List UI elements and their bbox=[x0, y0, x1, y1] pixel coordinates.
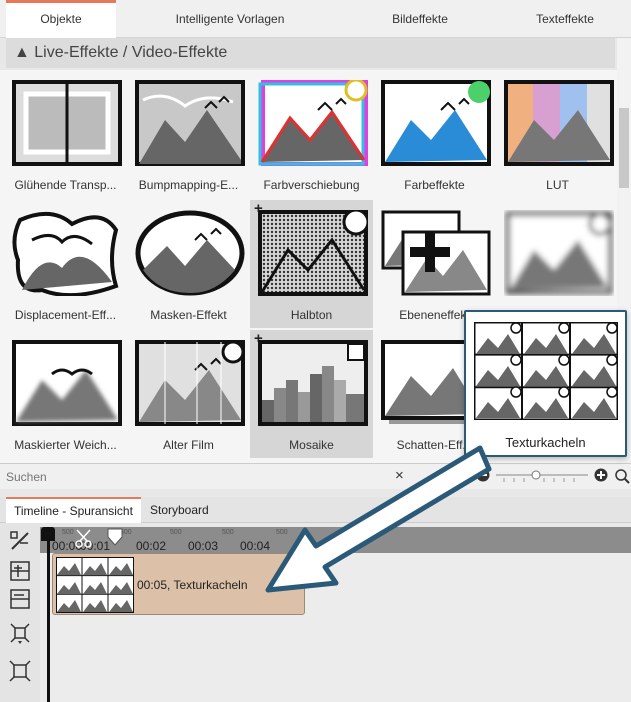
gluehende-transparenz-icon bbox=[12, 80, 122, 166]
ruler-label: 00:04 bbox=[240, 539, 271, 553]
fit-to-window-icon[interactable] bbox=[8, 659, 32, 683]
clip-label: 00:05, Texturkacheln bbox=[137, 578, 248, 592]
ruler-label: 00:03 bbox=[188, 539, 219, 553]
effect-label: Glühende Transp... bbox=[14, 178, 117, 192]
zoom-in-icon[interactable] bbox=[594, 468, 608, 482]
halbton-icon bbox=[258, 210, 368, 296]
effect-tile-farbeffekte[interactable]: Farbeffekte bbox=[373, 70, 496, 198]
marker-icon[interactable] bbox=[106, 527, 124, 547]
effect-label: Masken-Effekt bbox=[150, 308, 227, 322]
effect-label: Displacement-Eff... bbox=[14, 308, 117, 322]
effect-label: Farbeffekte bbox=[404, 178, 465, 192]
farbeffekte-icon bbox=[381, 80, 491, 166]
effect-tile-weichzeichner[interactable] bbox=[496, 200, 619, 328]
texturkacheln-clip-thumbnail bbox=[56, 557, 134, 613]
magnet-icon[interactable] bbox=[8, 529, 32, 553]
expand-icon[interactable] bbox=[8, 621, 32, 645]
tab-intelligente-vorlagen[interactable]: Intelligente Vorlagen bbox=[150, 0, 310, 38]
ruler-sublabel: 500 bbox=[62, 529, 74, 536]
tab-storyboard[interactable]: Storyboard bbox=[142, 497, 217, 523]
effect-tile-displacement[interactable]: Displacement-Eff... bbox=[4, 200, 127, 328]
timeline-ruler[interactable]: 00:00 00:01 00:02 00:03 00:04 500 500 50… bbox=[40, 527, 631, 553]
ruler-sublabel: 500 bbox=[276, 529, 288, 536]
zoom-out-icon[interactable] bbox=[476, 468, 490, 482]
clear-search-icon[interactable]: × bbox=[395, 467, 404, 484]
effect-tile-lut[interactable]: LUT bbox=[496, 70, 619, 198]
displacement-icon bbox=[12, 212, 119, 296]
scroll-thumb[interactable] bbox=[619, 108, 629, 188]
tab-objekte[interactable]: Objekte bbox=[6, 0, 116, 38]
effect-tile-texturkacheln[interactable]: Texturkacheln bbox=[464, 310, 627, 457]
effect-label: Halbton bbox=[290, 308, 333, 322]
zoom-slider[interactable] bbox=[494, 469, 590, 483]
effect-tile-bumpmapping[interactable]: Bumpmapping-E... bbox=[127, 70, 250, 198]
weichzeichner-icon bbox=[506, 212, 612, 294]
effect-tile-alter-film[interactable]: Alter Film bbox=[127, 330, 250, 458]
effect-tile-maskierter-weichzeichner[interactable]: Maskierter Weich... bbox=[4, 330, 127, 458]
zoom-fit-icon[interactable] bbox=[614, 468, 630, 484]
effect-label: LUT bbox=[546, 178, 569, 192]
category-tabs: Objekte Intelligente Vorlagen Bildeffekt… bbox=[0, 0, 631, 38]
remove-track-icon[interactable] bbox=[8, 587, 32, 611]
masken-effekt-icon bbox=[135, 210, 245, 296]
tab-texteffekte[interactable]: Texteffekte bbox=[510, 0, 620, 38]
playhead[interactable] bbox=[47, 527, 50, 702]
timeline-tabs: Timeline - Spuransicht Storyboard bbox=[0, 497, 631, 523]
search-input[interactable] bbox=[6, 467, 386, 487]
ruler-sublabel: 500 bbox=[170, 529, 182, 536]
alter-film-icon bbox=[135, 340, 245, 426]
ruler-sublabel: 500 bbox=[222, 529, 234, 536]
add-track-icon[interactable] bbox=[8, 559, 32, 583]
section-header-live-effects[interactable]: ▲ Live-Effekte / Video-Effekte bbox=[6, 38, 615, 68]
lut-icon bbox=[504, 80, 614, 166]
effect-label: Alter Film bbox=[163, 438, 214, 452]
texturkacheln-icon bbox=[474, 322, 618, 420]
scissors-icon[interactable] bbox=[74, 528, 94, 550]
effect-label: Farbverschiebung bbox=[263, 178, 360, 192]
search-bar: × bbox=[0, 463, 631, 489]
effect-label: Mosaike bbox=[289, 438, 334, 452]
timeline-clip-texturkacheln[interactable]: 00:05, Texturkacheln bbox=[52, 553, 305, 615]
effect-tile-gluehende-transparenz[interactable]: Glühende Transp... bbox=[4, 70, 127, 198]
effect-tile-mosaike[interactable]: + Mosaike bbox=[250, 330, 373, 458]
farbverschiebung-icon bbox=[258, 80, 368, 166]
effect-label: Bumpmapping-E... bbox=[138, 178, 239, 192]
bumpmapping-icon bbox=[135, 80, 245, 166]
effect-label: Maskierter Weich... bbox=[14, 438, 117, 452]
timeline-toolbar bbox=[0, 523, 40, 702]
maskierter-weichzeichner-icon bbox=[12, 340, 122, 426]
mosaike-icon bbox=[258, 340, 368, 426]
ebeneneffekt-icon bbox=[381, 210, 491, 296]
ruler-label: 00:02 bbox=[136, 539, 167, 553]
tab-bildeffekte[interactable]: Bildeffekte bbox=[365, 0, 475, 38]
star-icon[interactable] bbox=[445, 468, 461, 484]
effect-tile-ebeneneffekt[interactable]: Ebeneneffekt bbox=[373, 200, 496, 328]
effect-tile-farbverschiebung[interactable]: Farbverschiebung bbox=[250, 70, 373, 198]
tab-timeline-spuransicht[interactable]: Timeline - Spuransicht bbox=[6, 497, 141, 523]
effect-tile-halbton[interactable]: + Halbton bbox=[250, 200, 373, 328]
effect-tile-masken[interactable]: Masken-Effekt bbox=[127, 200, 250, 328]
playhead-handle[interactable] bbox=[41, 527, 55, 541]
effect-label: Texturkacheln bbox=[505, 435, 586, 450]
